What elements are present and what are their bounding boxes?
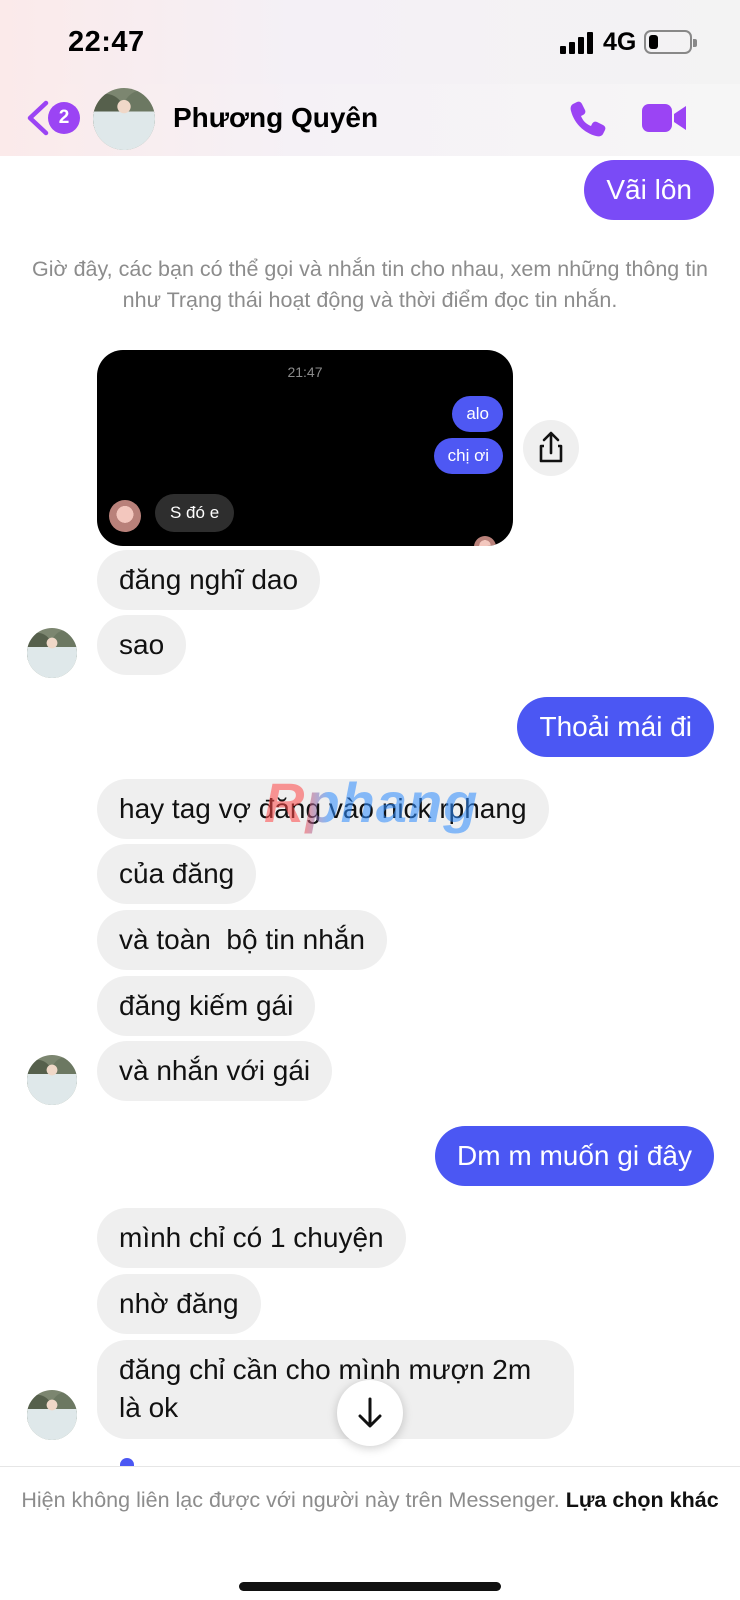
image-message: chị ơi <box>433 438 503 474</box>
image-message: alo <box>452 396 503 432</box>
share-icon[interactable] <box>523 420 579 476</box>
sender-avatar[interactable] <box>27 628 77 678</box>
phone-icon[interactable] <box>568 98 608 138</box>
signal-strength-icon <box>560 32 596 54</box>
unread-badge: 2 <box>48 102 80 134</box>
arrow-down-icon[interactable] <box>337 1380 403 1446</box>
sender-avatar[interactable] <box>27 1055 77 1105</box>
watermark-logo: Rphang <box>264 771 479 834</box>
image-avatar <box>109 500 141 532</box>
status-bar: 22:47 4G <box>0 0 740 84</box>
image-timestamp: 21:47 <box>287 364 323 380</box>
message-outgoing[interactable]: Thoải mái đi <box>517 697 714 757</box>
message-outgoing[interactable]: Vãi lôn <box>584 160 714 220</box>
contact-name[interactable]: Phương Quyên <box>173 102 378 134</box>
contact-avatar[interactable] <box>93 88 155 150</box>
image-message: S đó e <box>155 494 235 532</box>
message-incoming[interactable]: mình chỉ có 1 chuyện <box>97 1208 406 1268</box>
home-indicator[interactable] <box>239 1582 501 1591</box>
message-incoming[interactable]: đăng chỉ cần cho mình mượn 2m là ok <box>97 1340 574 1439</box>
video-camera-icon[interactable] <box>640 100 688 136</box>
message-incoming[interactable]: và toàn bộ tin nhắn <box>97 910 387 970</box>
battery-icon <box>644 30 697 54</box>
status-time: 22:47 <box>68 26 145 58</box>
message-line: đăng chỉ cần cho mình mượn 2m <box>119 1354 532 1385</box>
message-incoming[interactable]: của đăng <box>97 844 257 904</box>
other-options-link[interactable]: Lựa chọn khác <box>566 1488 719 1512</box>
message-line: là ok <box>119 1392 179 1423</box>
network-type: 4G <box>603 28 637 56</box>
chat-header: 2 Phương Quyên <box>0 84 740 156</box>
system-notice: Giờ đây, các bạn có thể gọi và nhắn tin … <box>32 257 708 312</box>
message-incoming[interactable]: đăng nghĩ dao <box>97 550 321 610</box>
footer-message: Hiện không liên lạc được với người này t… <box>21 1488 560 1512</box>
message-incoming[interactable]: và nhắn với gái <box>97 1041 333 1101</box>
footer-notice: Hiện không liên lạc được với người này t… <box>0 1466 740 1600</box>
footer-text: Hiện không liên lạc được với người này t… <box>20 1485 720 1515</box>
sender-avatar[interactable] <box>27 1390 77 1440</box>
message-incoming[interactable]: đăng kiếm gái <box>97 976 316 1036</box>
image-read-avatar <box>474 536 496 546</box>
message-incoming[interactable]: sao <box>97 615 187 675</box>
back-button[interactable]: 2 <box>20 98 82 138</box>
typing-indicator <box>120 1458 134 1466</box>
shared-image[interactable]: 21:47 alo chị ơi S đó e <box>97 350 513 546</box>
message-outgoing[interactable]: Dm m muốn gi đây <box>435 1126 714 1186</box>
message-incoming[interactable]: nhờ đăng <box>97 1274 261 1334</box>
